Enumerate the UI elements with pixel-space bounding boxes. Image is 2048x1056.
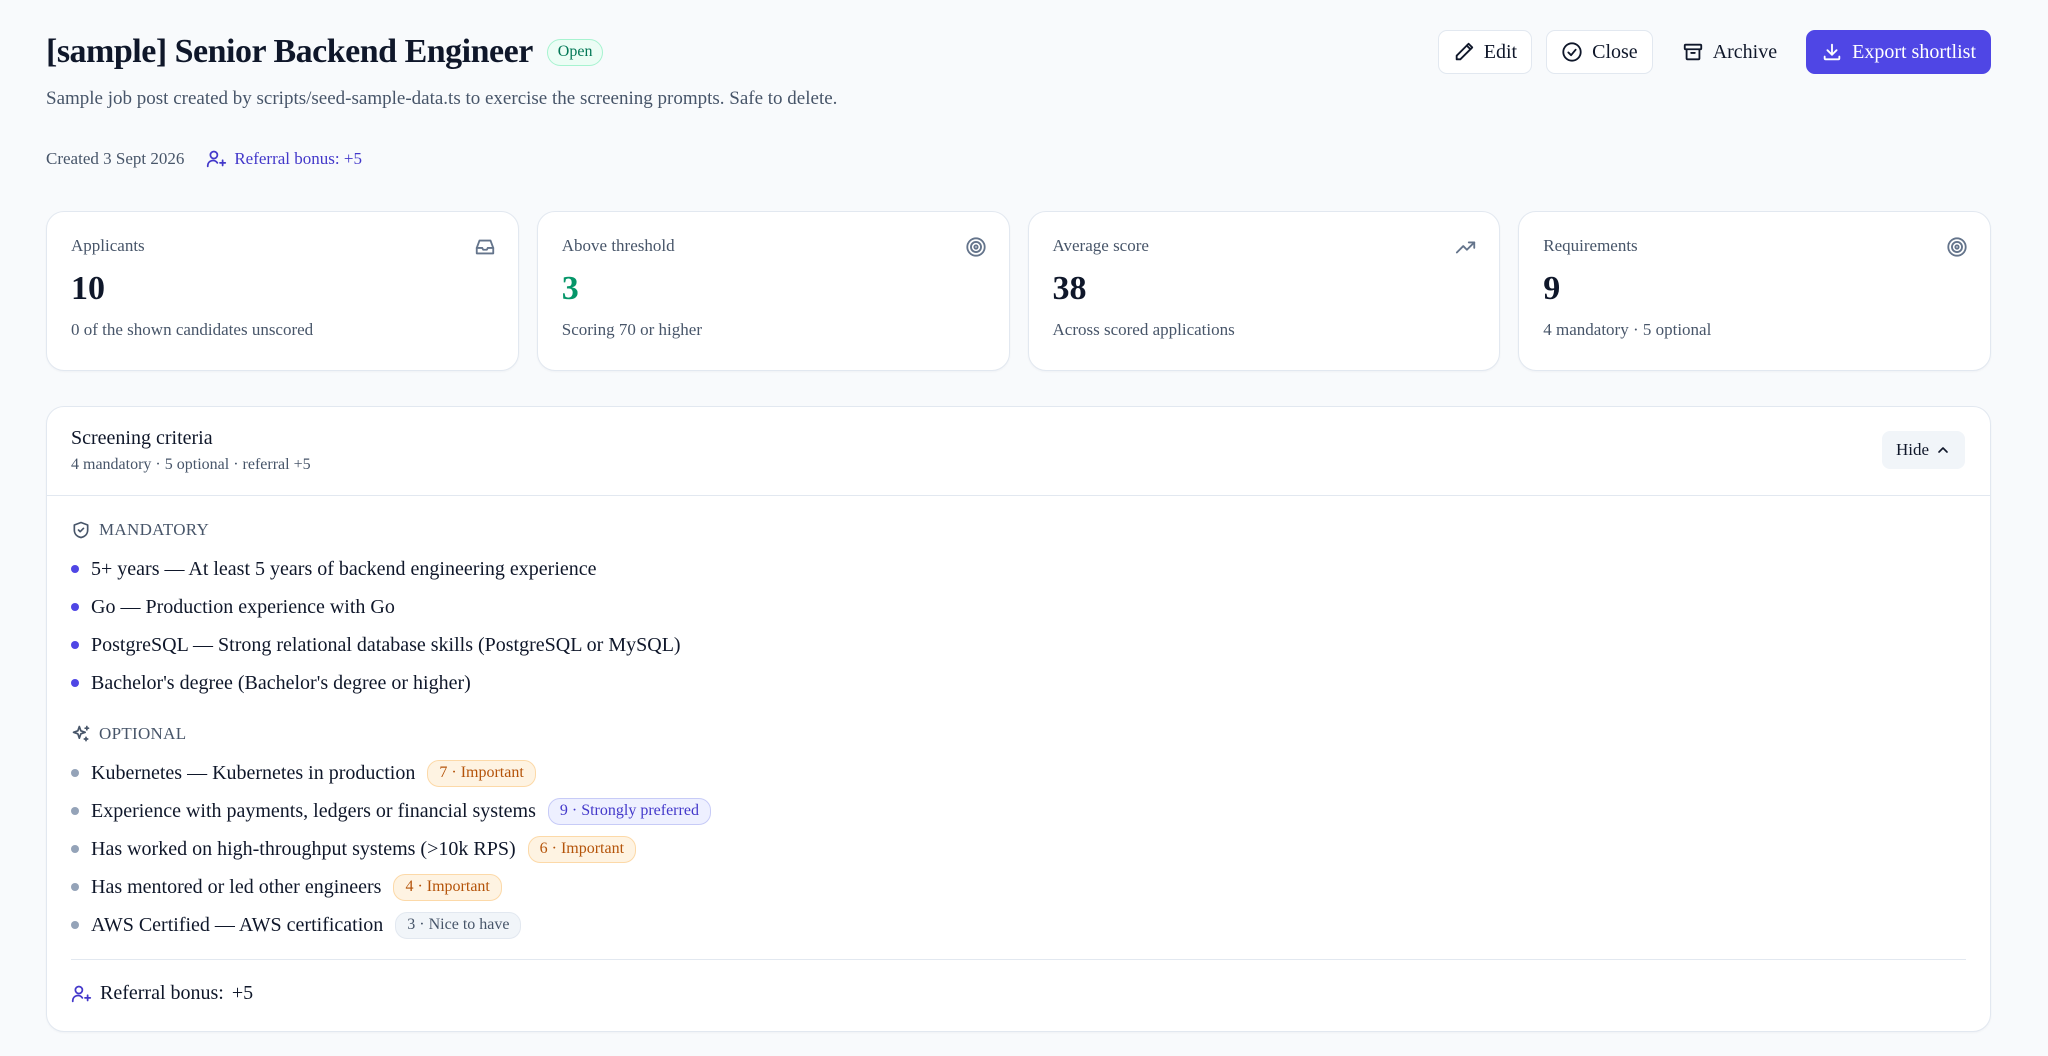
close-button[interactable]: Close	[1546, 30, 1653, 74]
optional-heading-label: OPTIONAL	[99, 724, 187, 743]
user-plus-icon	[207, 150, 227, 168]
referral-bonus-label: Referral bonus:	[100, 981, 224, 1004]
archive-label: Archive	[1712, 40, 1778, 63]
optional-text: Kubernetes — Kubernetes in production	[91, 761, 416, 784]
bullet-dot	[71, 679, 79, 687]
mandatory-heading: MANDATORY	[71, 518, 1966, 542]
optional-item: Has mentored or led other engineers 4 · I…	[71, 868, 1966, 906]
stat-note: 4 mandatory · 5 optional	[1543, 320, 1712, 339]
bullet-dot	[71, 845, 79, 853]
stat-value: 38	[1052, 270, 1087, 307]
mandatory-item: 5+ years — At least 5 years of backend e…	[71, 550, 1966, 588]
stat-label: Above threshold	[561, 236, 675, 255]
hide-criteria-button[interactable]: Hide	[1881, 431, 1965, 469]
mandatory-heading-label: MANDATORY	[99, 520, 210, 539]
bullet-dot	[71, 565, 79, 573]
criteria-header: Screening criteria 4 mandatory · 5 optio…	[47, 407, 1990, 496]
stat-label: Applicants	[71, 236, 145, 255]
criteria-body: MANDATORY 5+ years — At least 5 years of…	[47, 496, 1990, 1026]
bullet-dot	[71, 641, 79, 649]
pencil-icon	[1455, 42, 1473, 61]
stat-card-above-threshold: Above threshold 3 Scoring 70 or higher	[536, 211, 1010, 371]
referral-bonus-value: +5	[231, 981, 254, 1004]
optional-list: Kubernetes — Kubernetes in production 7 ·…	[71, 754, 1966, 944]
stat-label: Requirements	[1543, 236, 1638, 255]
archive-icon	[1683, 43, 1702, 61]
referral-bonus-text: Referral bonus: +5	[234, 148, 362, 168]
page-title: [sample] Senior Backend Engineer	[46, 33, 533, 70]
trending-up-icon	[1456, 241, 1476, 254]
shield-check-icon	[73, 521, 89, 539]
mandatory-list: 5+ years — At least 5 years of backend e…	[71, 550, 1966, 702]
weight-badge: 6 · Important	[527, 835, 637, 863]
optional-text: Has mentored or led other engineers	[91, 875, 382, 898]
user-plus-icon	[71, 985, 92, 1002]
bullet-dot	[71, 921, 79, 929]
optional-item: Has worked on high-throughput systems (>…	[71, 830, 1966, 868]
mandatory-item: Go — Production experience with Go	[71, 588, 1966, 626]
weight-badge: 9 · Strongly preferred	[547, 797, 711, 825]
edit-label: Edit	[1483, 40, 1518, 63]
screening-criteria-panel: Screening criteria 4 mandatory · 5 optio…	[46, 406, 1991, 1032]
stats-row: Applicants 10 0 of the shown candidates …	[46, 211, 1991, 371]
referral-bonus-meta: Referral bonus: +5	[206, 148, 362, 169]
stat-note: Across scored applications	[1052, 320, 1235, 339]
target-icon	[965, 237, 986, 257]
mandatory-text: 5+ years — At least 5 years of backend e…	[91, 557, 597, 580]
close-label: Close	[1592, 40, 1638, 63]
export-shortlist-button[interactable]: Export shortlist	[1806, 30, 1991, 74]
mandatory-item: Bachelor's degree (Bachelor's degree or …	[71, 664, 1966, 702]
inbox-icon	[475, 239, 494, 255]
mandatory-text: Go — Production experience with Go	[91, 595, 395, 618]
optional-heading: OPTIONAL	[71, 722, 1966, 746]
mandatory-item: PostgreSQL — Strong relational database …	[71, 626, 1966, 664]
hide-label: Hide	[1895, 440, 1929, 459]
check-circle-icon	[1562, 42, 1582, 62]
stat-note: 0 of the shown candidates unscored	[71, 320, 314, 339]
stat-value: 9	[1543, 270, 1561, 307]
bullet-dot	[71, 603, 79, 611]
stat-label: Average score	[1052, 236, 1149, 255]
bullet-dot	[71, 883, 79, 891]
chevron-up-icon	[1938, 447, 1948, 453]
optional-text: AWS Certified — AWS certification	[91, 913, 384, 936]
mandatory-text: Bachelor's degree (Bachelor's degree or …	[91, 671, 471, 694]
optional-item: AWS Certified — AWS certification 3 · Nic…	[71, 906, 1966, 944]
status-badge: Open	[546, 38, 604, 66]
job-meta: Created 3 Sept 2026 Referral bonus: +5	[46, 148, 1991, 169]
stat-note: Scoring 70 or higher	[561, 320, 702, 339]
export-label: Export shortlist	[1852, 40, 1976, 63]
download-icon	[1823, 43, 1841, 61]
referral-bonus-row: Referral bonus: +5	[71, 960, 1966, 1026]
criteria-subtitle: 4 mandatory · 5 optional · referral +5	[71, 456, 311, 473]
criteria-title: Screening criteria	[71, 427, 213, 449]
edit-button[interactable]: Edit	[1437, 30, 1533, 74]
weight-badge: 4 · Important	[393, 873, 502, 901]
optional-item: Kubernetes — Kubernetes in production 7 ·…	[71, 754, 1966, 792]
optional-text: Has worked on high-throughput systems (>…	[91, 837, 516, 860]
optional-text: Experience with payments, ledgers or fin…	[91, 799, 536, 822]
mandatory-text: PostgreSQL — Strong relational database …	[91, 633, 681, 656]
stat-value: 3	[561, 270, 579, 307]
bullet-dot	[71, 807, 79, 815]
target-icon	[1947, 237, 1967, 257]
stat-card-average-score: Average score 38 Across scored applicati…	[1027, 211, 1501, 371]
stat-card-applicants: Applicants 10 0 of the shown candidates …	[46, 211, 519, 371]
stat-card-requirements: Requirements 9 4 mandatory · 5 optional	[1518, 211, 1991, 371]
optional-item: Experience with payments, ledgers or fin…	[71, 792, 1966, 830]
bullet-dot	[71, 769, 79, 777]
header-actions: Edit Close Archive Export shortlist	[1437, 30, 1991, 74]
archive-button[interactable]: Archive	[1667, 30, 1792, 74]
job-description: Sample job post created by scripts/seed-…	[46, 88, 838, 109]
weight-badge: 3 · Nice to have	[395, 911, 522, 939]
created-date: Created 3 Sept 2026	[46, 148, 185, 168]
stat-value: 10	[71, 270, 105, 307]
job-header: [sample] Senior Backend Engineer Open Ed…	[46, 28, 1991, 169]
optional-section: OPTIONAL Kubernetes — Kubernetes in prod…	[71, 722, 1966, 944]
sparkles-icon	[72, 725, 90, 742]
weight-badge: 7 · Important	[427, 759, 536, 787]
